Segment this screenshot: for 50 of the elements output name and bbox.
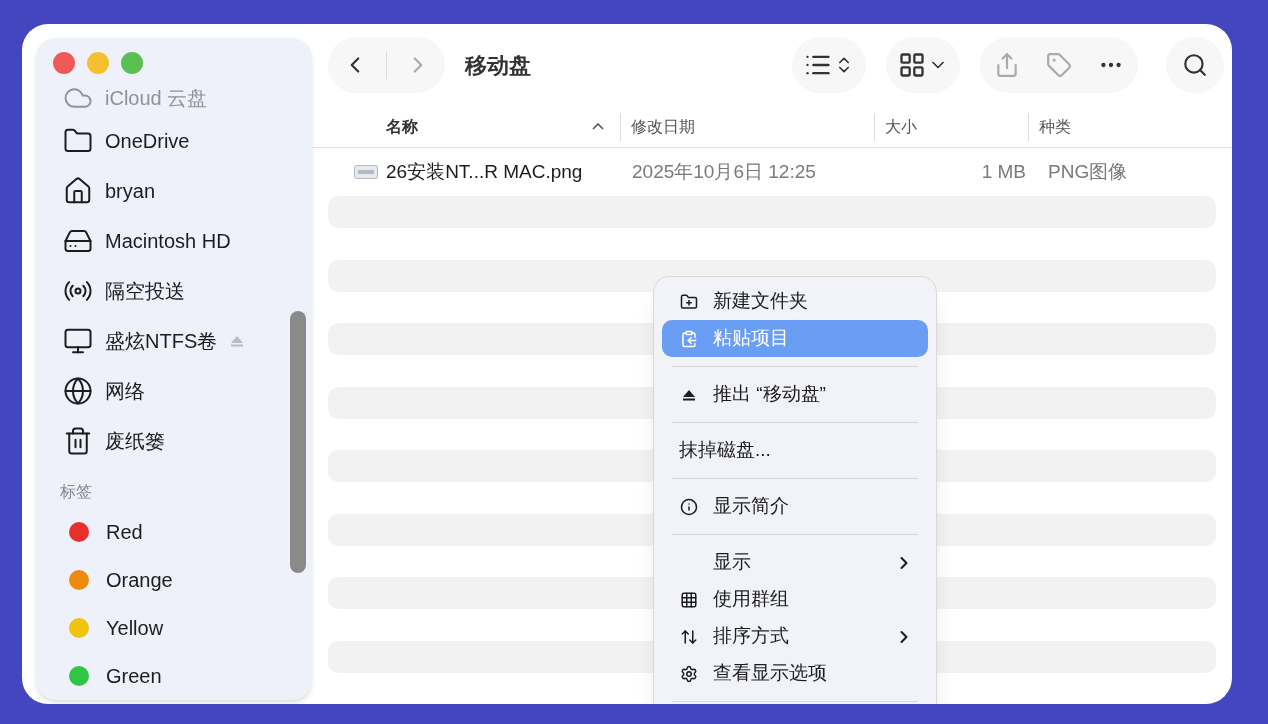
close-button[interactable] — [53, 52, 75, 74]
sidebar-item[interactable]: bryan — [36, 166, 312, 216]
modified-date: 2025年10月6日 12:25 — [632, 159, 817, 184]
sidebar-item[interactable]: Macintosh HD — [36, 216, 312, 266]
settings-icon — [680, 664, 698, 683]
folder-plus-icon — [680, 292, 698, 311]
sidebar-item[interactable]: OneDrive — [36, 116, 312, 166]
minimize-button[interactable] — [87, 52, 109, 74]
menu-item[interactable]: 显示 — [662, 544, 928, 581]
tag-icon[interactable] — [1046, 52, 1072, 78]
file-size: 1 MB — [980, 159, 1026, 184]
file-kind: PNG图像 — [1047, 159, 1128, 184]
column-header[interactable]: 种类 — [1028, 112, 1232, 141]
menu-item[interactable]: 显示简介 — [662, 488, 928, 525]
column-header[interactable]: 名称 — [312, 112, 620, 141]
file-row[interactable]: 26安装NT...R MAC.png 2025年10月6日 12:25 1 MB PNG图像 — [328, 148, 1216, 196]
menu-item[interactable]: 抹掉磁盘... — [662, 432, 928, 469]
search-icon — [1182, 52, 1208, 78]
sidebar-item[interactable]: 隔空投送 — [36, 266, 312, 316]
sidebar-scrollbar[interactable] — [290, 311, 306, 573]
info-icon — [680, 497, 698, 516]
menu-item[interactable]: 推出 “移动盘” — [662, 376, 928, 413]
sidebar-item[interactable]: 盛炫NTFS卷 — [36, 316, 312, 366]
trash-icon — [63, 426, 93, 456]
sidebar-tag[interactable]: Red — [36, 508, 312, 556]
clipboard-icon — [680, 329, 698, 348]
sort-icon — [680, 627, 698, 646]
grid-icon — [680, 590, 698, 609]
sidebar-tag[interactable]: Orange — [36, 556, 312, 604]
menu-item[interactable]: 排序方式 — [662, 618, 928, 655]
sidebar-item[interactable]: 废纸篓 — [36, 416, 312, 466]
column-header[interactable]: 大小 — [874, 112, 1028, 141]
sidebar-tag[interactable]: Yellow — [36, 604, 312, 652]
home-icon — [63, 176, 93, 206]
image-file-icon — [354, 165, 378, 179]
grid-icon — [898, 51, 926, 79]
menu-item[interactable]: 新建文件夹 — [662, 283, 928, 320]
zoom-button[interactable] — [121, 52, 143, 74]
window-title: 移动盘 — [465, 51, 532, 80]
file-name: 26安装NT...R MAC.png — [386, 159, 584, 184]
sidebar-tag[interactable]: Green — [36, 652, 312, 700]
globe-icon — [63, 376, 93, 406]
monitor-icon — [63, 326, 93, 356]
sidebar-item[interactable]: 网络 — [36, 366, 312, 416]
column-header[interactable]: 修改日期 — [620, 112, 874, 141]
menu-item[interactable]: 使用群组 — [662, 581, 928, 618]
eject-icon[interactable] — [229, 334, 246, 348]
section-heading: 标签 — [59, 482, 93, 502]
menu-item[interactable]: 查看显示选项 — [662, 655, 928, 692]
share-icon[interactable] — [994, 52, 1020, 78]
